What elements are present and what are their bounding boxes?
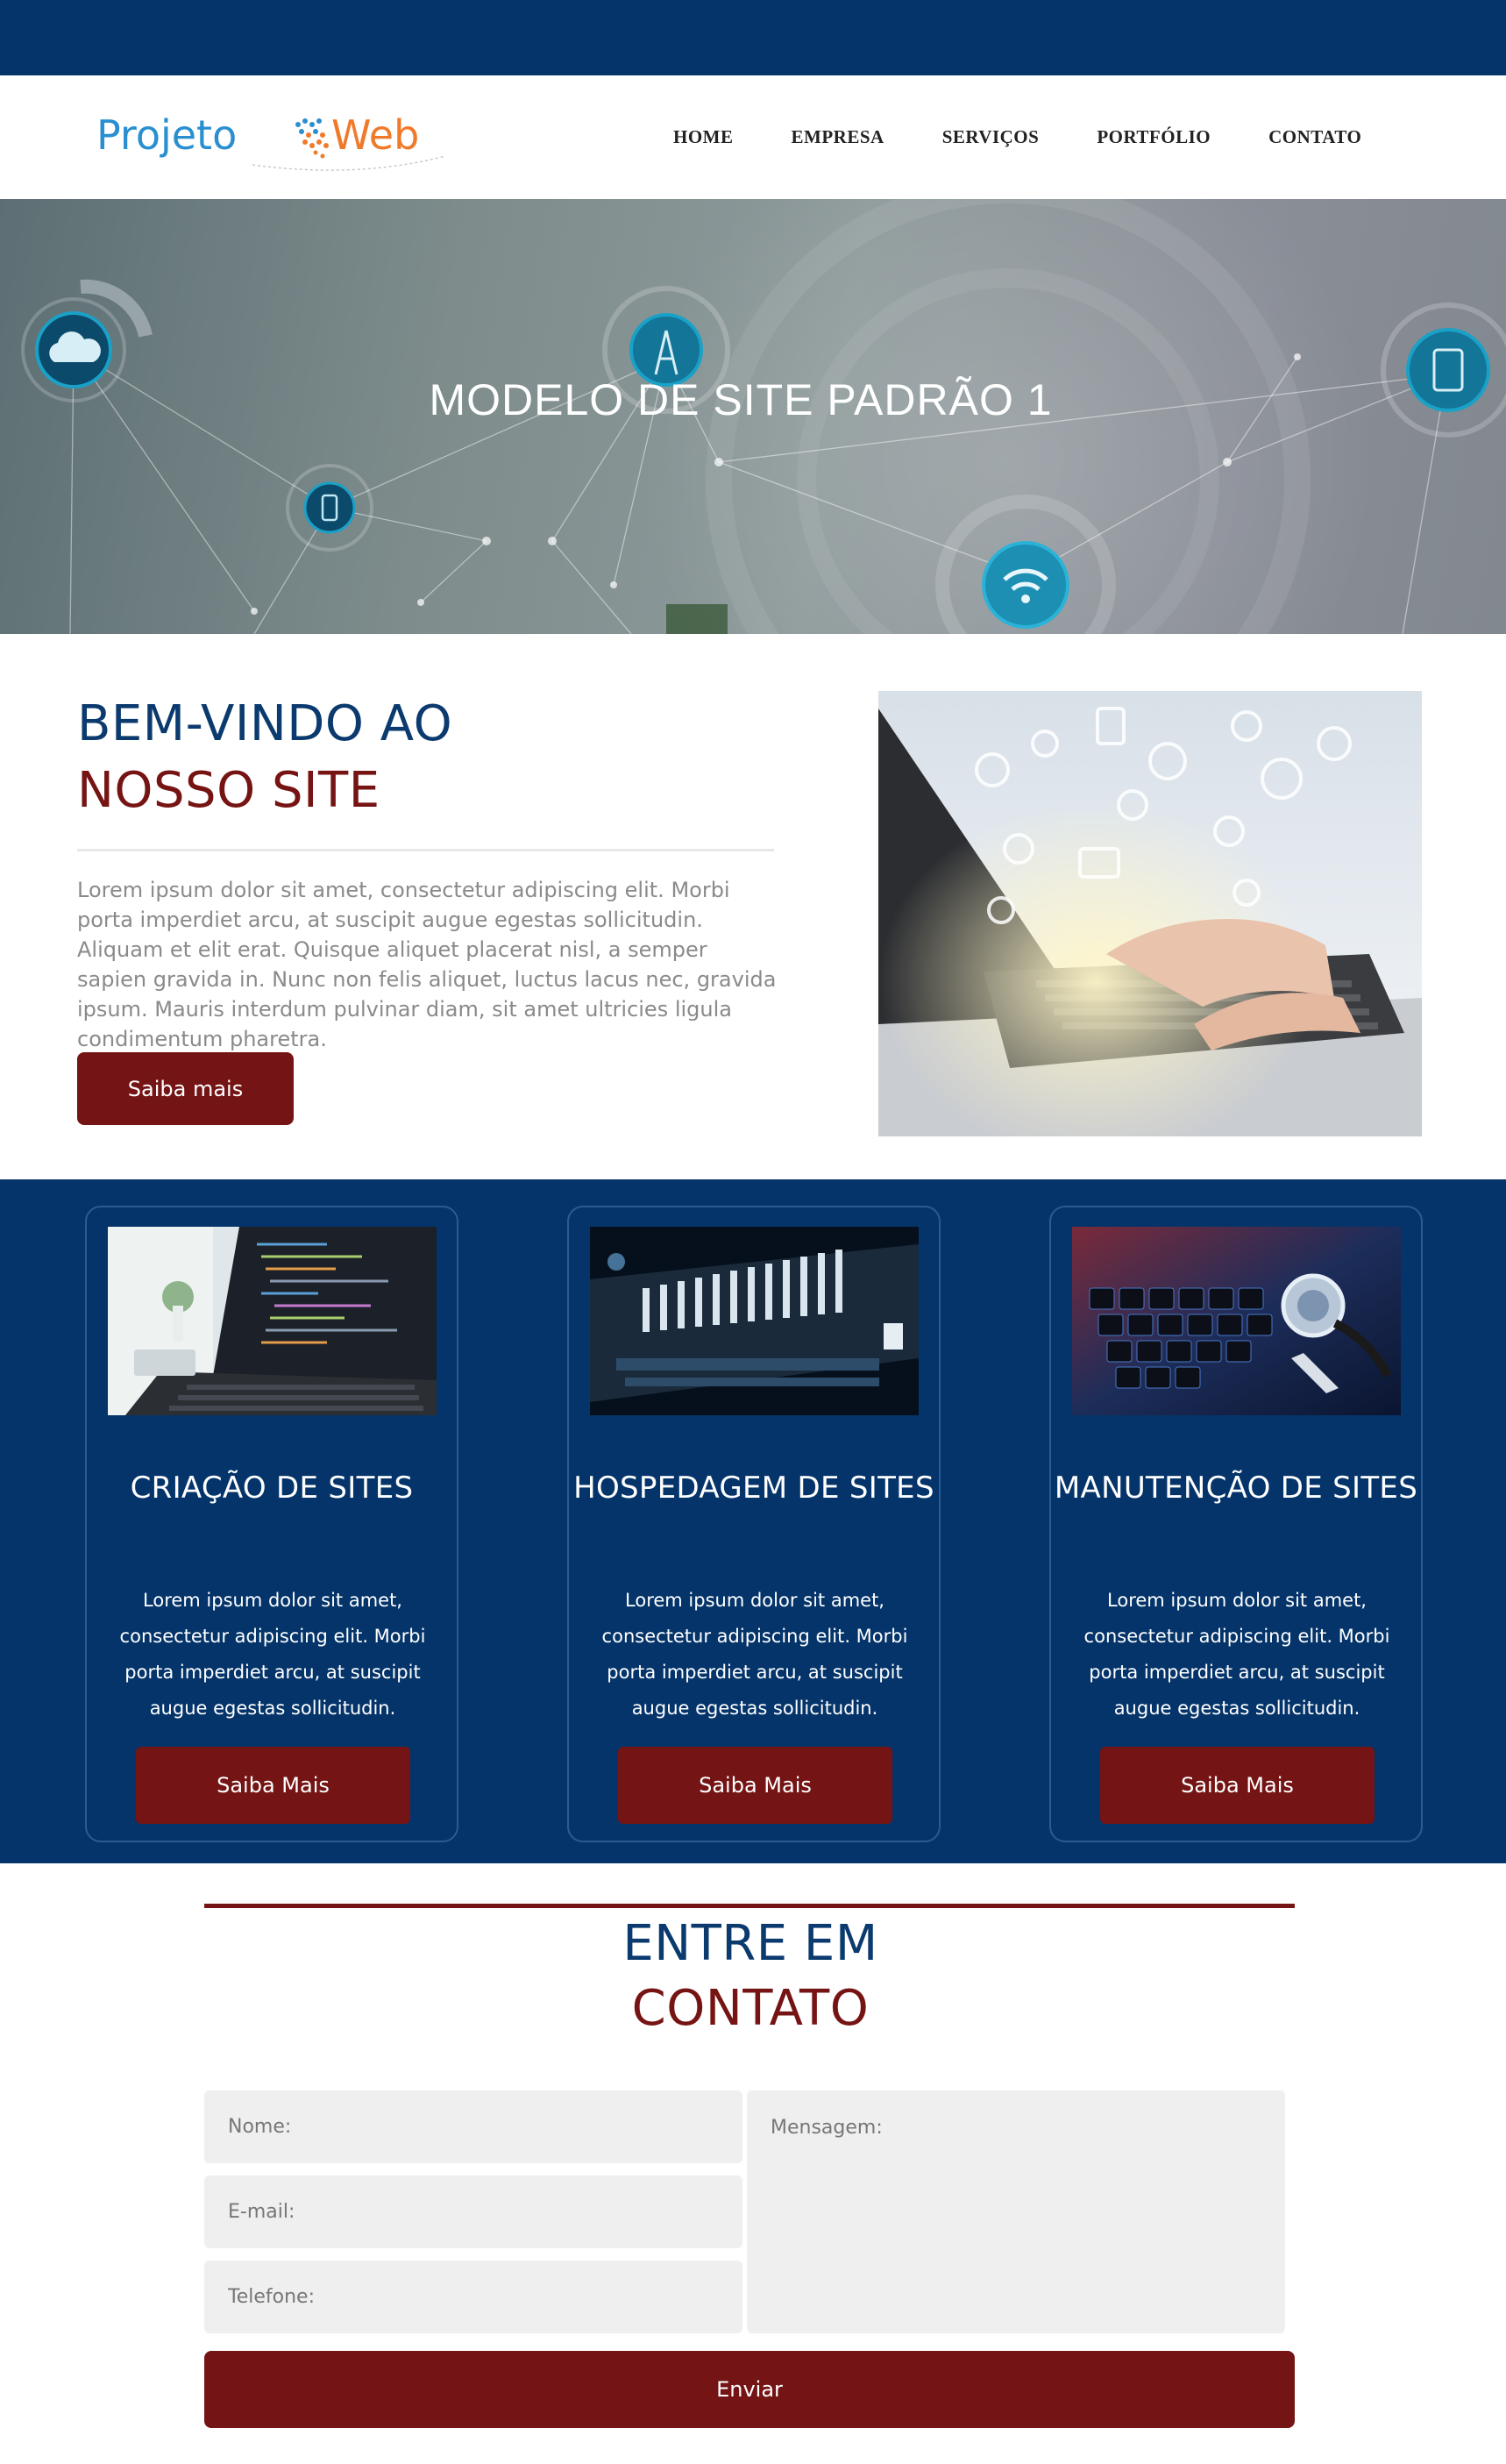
nav-item-servicos[interactable]: SERVIÇOS	[942, 126, 1040, 148]
logo[interactable]: Projeto Web	[95, 95, 487, 175]
service-title: HOSPEDAGEM DE SITES	[573, 1471, 934, 1506]
service-more-button[interactable]: Saiba Mais	[618, 1747, 892, 1824]
service-card-hospedagem: HOSPEDAGEM DE SITES Lorem ipsum dolor si…	[567, 1206, 941, 1842]
service-description: Lorem ipsum dolor sit amet, consectetur …	[601, 1590, 908, 1719]
welcome-more-button[interactable]: Saiba mais	[77, 1052, 294, 1125]
keyboard-stethoscope-image	[1072, 1227, 1401, 1415]
coding-laptop-image	[108, 1227, 437, 1415]
email-field[interactable]	[204, 2176, 742, 2248]
top-bar	[0, 0, 1506, 75]
message-field[interactable]	[747, 2090, 1285, 2333]
welcome-title-line1: BEM-VINDO AO	[77, 695, 453, 752]
contact-title-line1: ENTRE EM	[622, 1915, 878, 1972]
nav-item-portfolio[interactable]: PORTFÓLIO	[1097, 126, 1211, 148]
welcome-paragraph: Lorem ipsum dolor sit amet, consectetur …	[77, 878, 777, 1051]
service-title: MANUTENÇÃO DE SITES	[1054, 1471, 1418, 1506]
logo-text-projeto: Projeto	[96, 111, 237, 159]
services-section: CRIAÇÃO DE SITES Lorem ipsum dolor sit a…	[0, 1179, 1506, 1863]
name-field[interactable]	[204, 2090, 742, 2163]
site-header: Projeto Web HOME EMPRESA SERVIÇOS PORTFÓ…	[0, 75, 1506, 199]
service-more-button[interactable]: Saiba Mais	[136, 1747, 410, 1824]
service-card-manutencao: MANUTENÇÃO DE SITES Lorem ipsum dolor si…	[1049, 1206, 1423, 1842]
welcome-title-line2: NOSSO SITE	[77, 762, 380, 819]
nav-item-contato[interactable]: CONTATO	[1268, 126, 1361, 148]
service-title: CRIAÇÃO DE SITES	[130, 1471, 414, 1506]
nav-item-empresa[interactable]: EMPRESA	[792, 126, 884, 148]
main-nav: HOME EMPRESA SERVIÇOS PORTFÓLIO CONTATO	[644, 75, 1390, 199]
hero-title: MODELO DE SITE PADRÃO 1	[429, 375, 1053, 424]
submit-button[interactable]: Enviar	[204, 2351, 1295, 2428]
service-more-button[interactable]: Saiba Mais	[1100, 1747, 1375, 1824]
logo-text-web: Web	[331, 111, 419, 159]
laptop-hands-image	[878, 691, 1422, 1136]
welcome-divider	[77, 849, 774, 851]
phone-icon	[286, 464, 373, 552]
service-description: Lorem ipsum dolor sit amet, consectetur …	[1083, 1590, 1390, 1719]
contact-title-line2: CONTATO	[631, 1980, 870, 2037]
service-description: Lorem ipsum dolor sit amet, consectetur …	[119, 1590, 426, 1719]
contact-divider	[204, 1904, 1295, 1908]
service-card-criacao: CRIAÇÃO DE SITES Lorem ipsum dolor sit a…	[85, 1206, 458, 1842]
hero-banner: MODELO DE SITE PADRÃO 1	[0, 199, 1506, 634]
server-rack-image	[590, 1227, 919, 1415]
phone-field[interactable]	[204, 2261, 742, 2333]
nav-item-home[interactable]: HOME	[673, 126, 734, 148]
